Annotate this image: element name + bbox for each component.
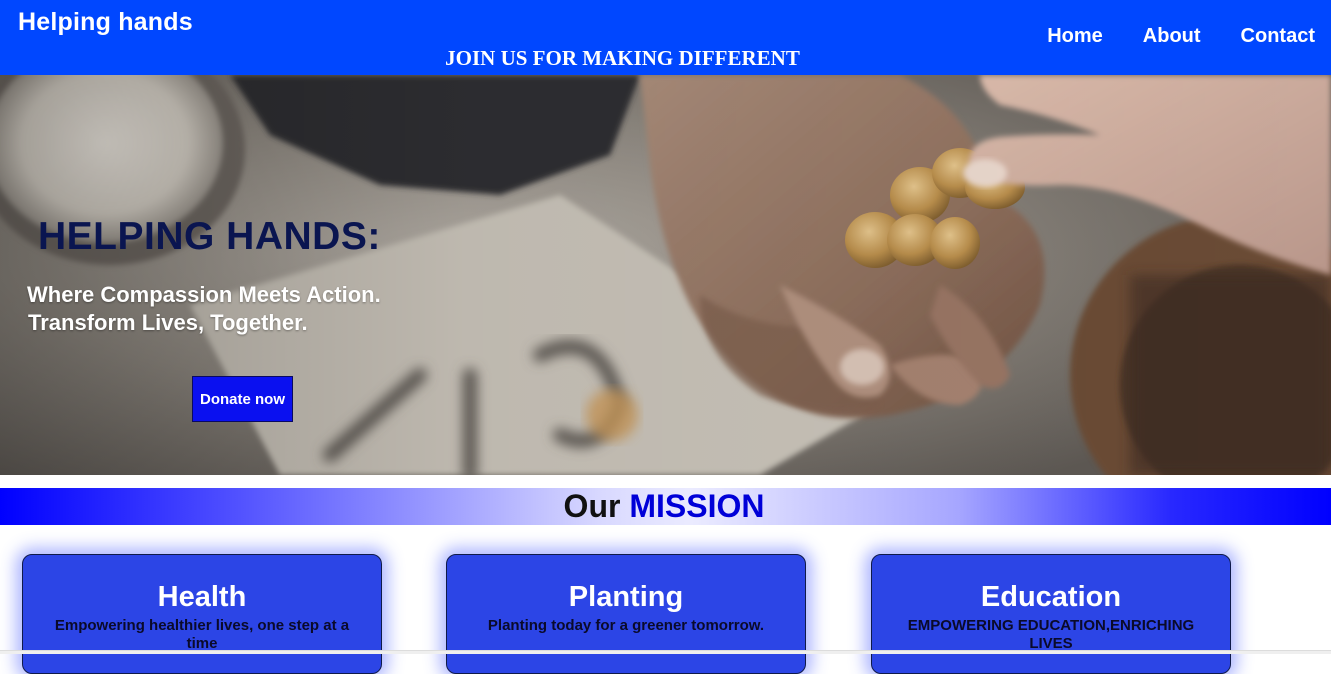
hero-subtitle: Where Compassion Meets Action. Transform… (27, 281, 381, 337)
nav-link-about[interactable]: About (1143, 25, 1201, 48)
mission-heading-accent: MISSION (629, 488, 765, 524)
card-text: EMPOWERING EDUCATION,ENRICHING LIVES (907, 617, 1195, 652)
card-title: Planting (568, 581, 684, 613)
mission-heading: Our MISSION (0, 488, 1328, 525)
card-text: Planting today for a greener tomorrow. (487, 617, 765, 634)
card-title: Health (157, 581, 247, 613)
nav-link-contact[interactable]: Contact (1241, 25, 1315, 48)
nav-link-home[interactable]: Home (1047, 25, 1103, 48)
hero-subtitle-line-2: Transform Lives, Together. (28, 310, 308, 335)
hero-subtitle-line-1: Where Compassion Meets Action. (27, 282, 381, 307)
card-title: Education (980, 581, 1122, 613)
brand-logo-text[interactable]: Helping hands (18, 8, 193, 37)
horizontal-scrollbar-track[interactable] (0, 650, 1331, 654)
header-tagline: JOIN US FOR MAKING DIFFERENT (445, 46, 800, 70)
hero-section: HELPING HANDS: Where Compassion Meets Ac… (0, 75, 1331, 475)
card-text: Empowering healthier lives, one step at … (54, 617, 350, 652)
mission-banner: Our MISSION (0, 488, 1331, 525)
donate-now-button[interactable]: Donate now (192, 376, 293, 422)
mission-card-education[interactable]: Education EMPOWERING EDUCATION,ENRICHING… (871, 554, 1231, 674)
hero-title: HELPING HANDS: (38, 215, 381, 258)
main-nav: Home About Contact (1047, 25, 1315, 48)
mission-card-health[interactable]: Health Empowering healthier lives, one s… (22, 554, 382, 674)
top-navbar: Helping hands JOIN US FOR MAKING DIFFERE… (0, 0, 1331, 75)
mission-card-planting[interactable]: Planting Planting today for a greener to… (446, 554, 806, 674)
mission-heading-plain: Our (563, 488, 621, 524)
